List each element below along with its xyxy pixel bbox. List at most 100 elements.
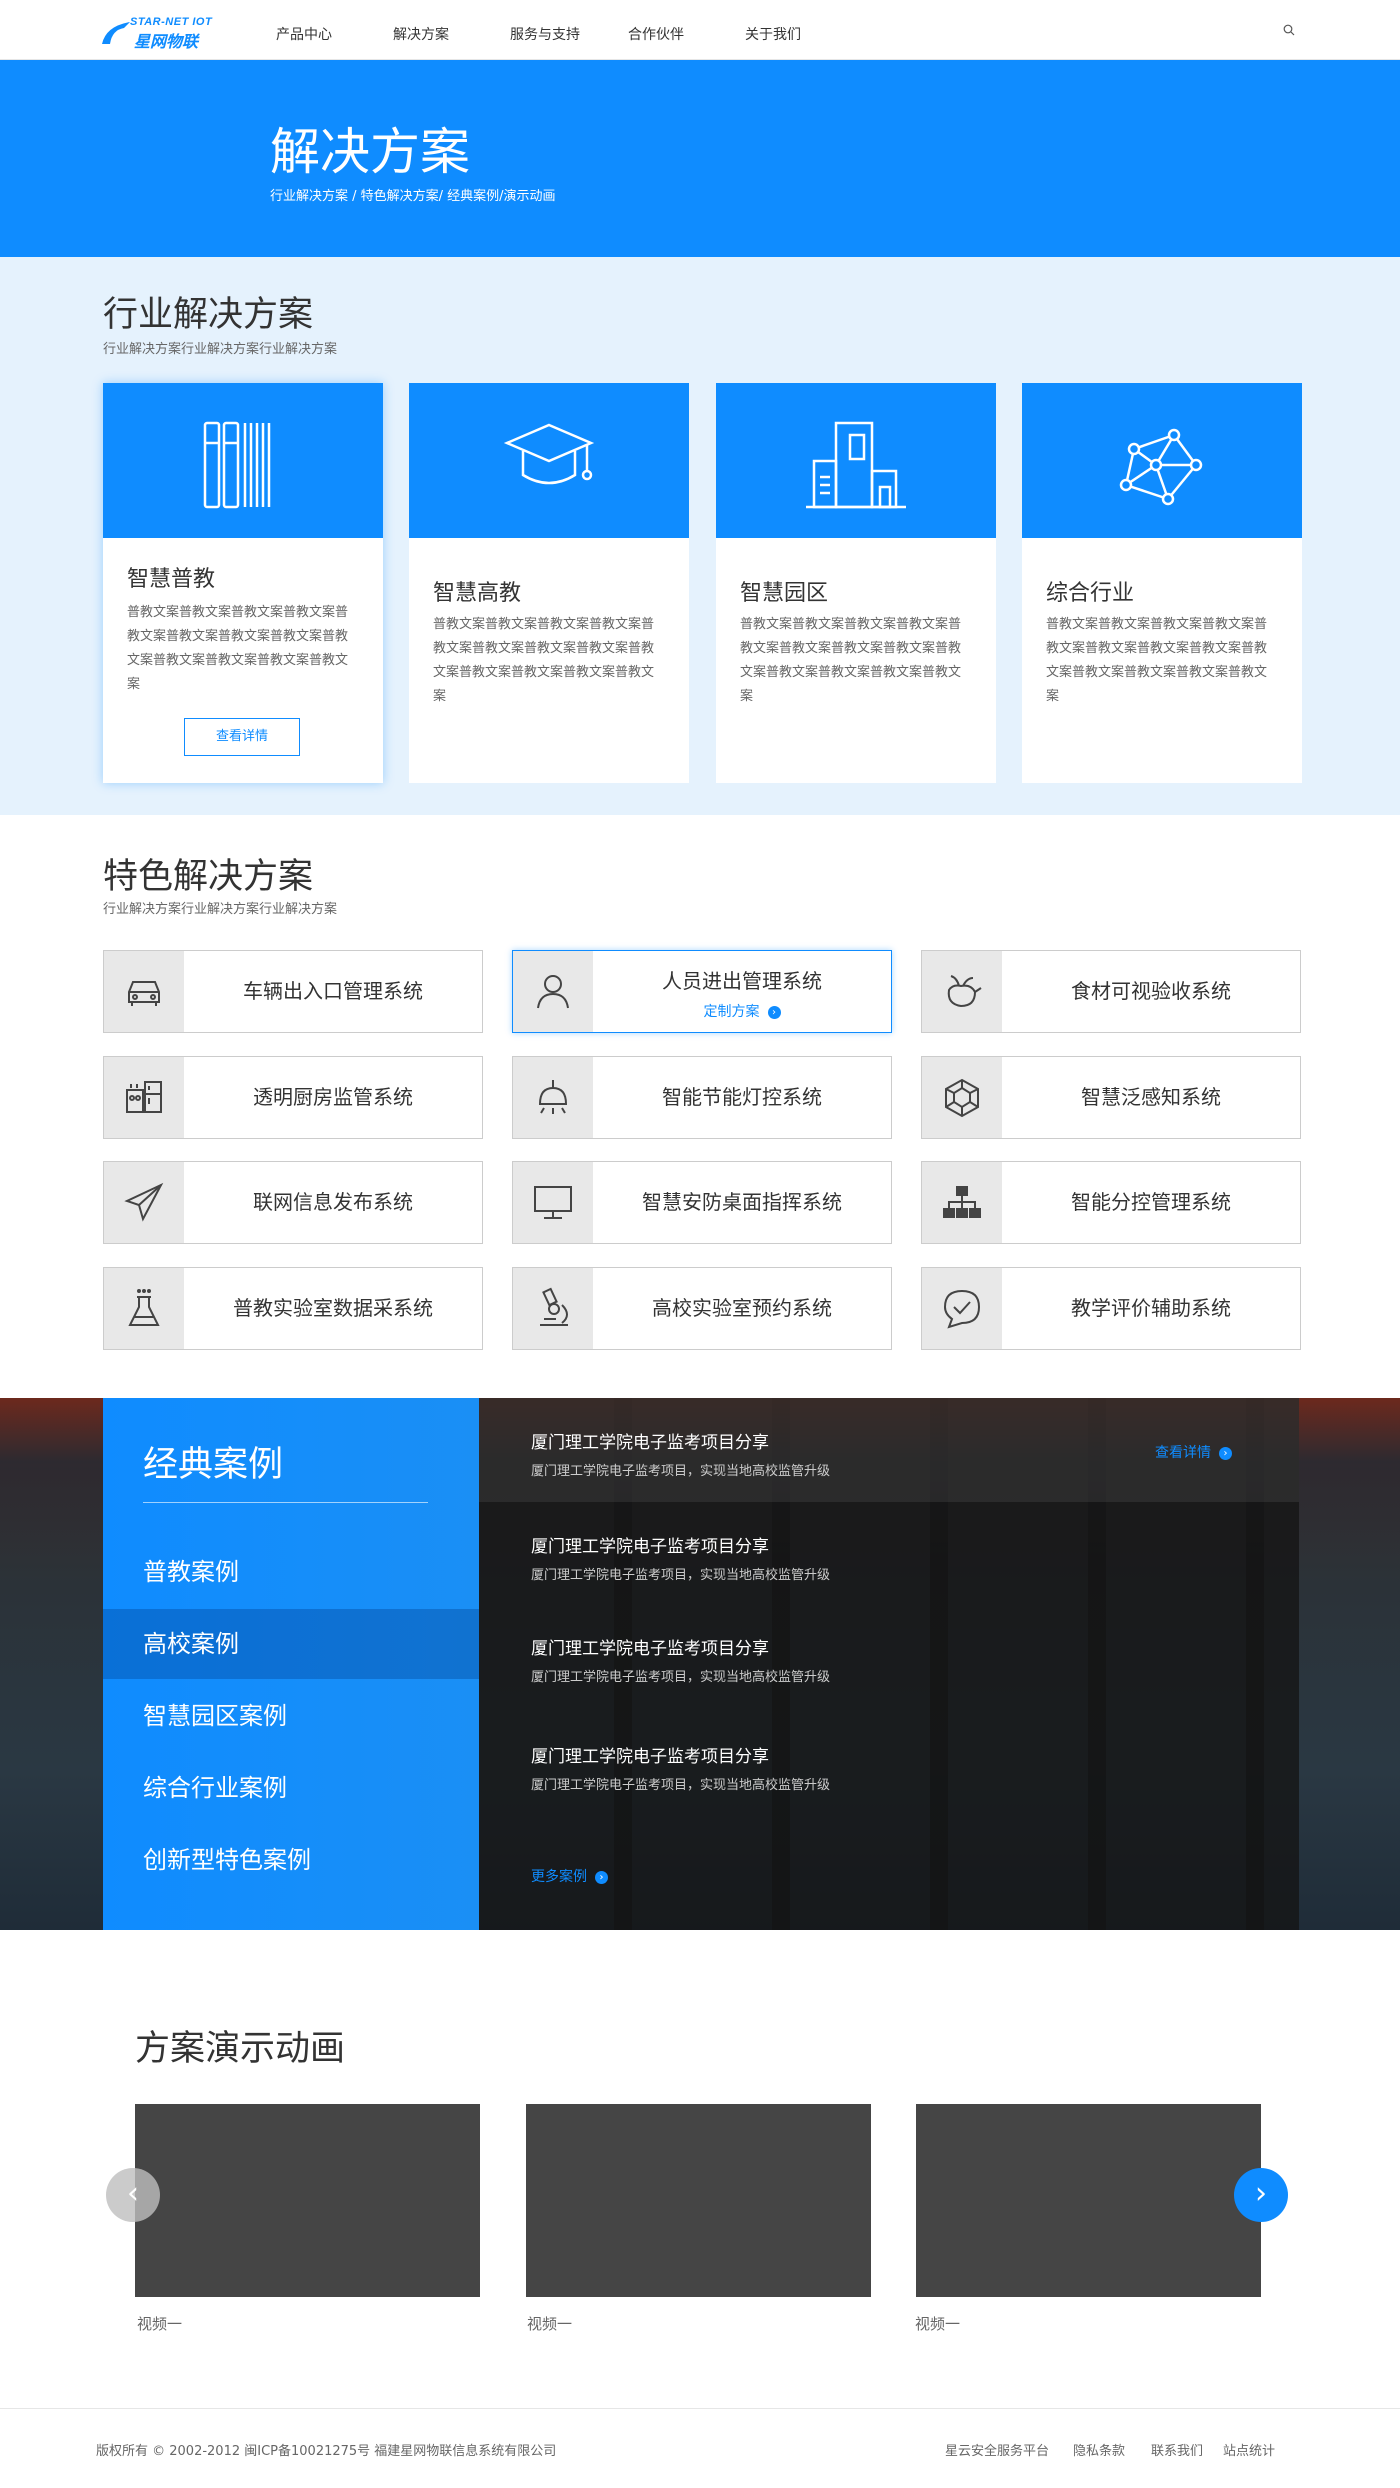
arrow-right-icon: › <box>767 1005 781 1019</box>
nav-products[interactable]: 产品中心 <box>276 24 332 44</box>
vegetable-icon <box>947 975 982 1008</box>
nav-solutions[interactable]: 解决方案 <box>393 24 449 44</box>
nav-about[interactable]: 关于我们 <box>745 24 801 44</box>
feature-item-evaluation[interactable]: 教学评价辅助系统 <box>921 1267 1301 1350</box>
case-summary: 厦门理工学院电子监考项目，实现当地高校监管升级 <box>531 1568 831 1583</box>
footer-link-contact[interactable]: 联系我们 <box>1151 2440 1203 2459</box>
footer-link-platform[interactable]: 星云安全服务平台 <box>945 2440 1049 2459</box>
cube-icon <box>945 1078 979 1118</box>
feature-item-vehicle[interactable]: 车辆出入口管理系统 <box>103 950 483 1033</box>
chat-check-icon <box>943 1289 981 1329</box>
car-icon <box>128 981 160 1006</box>
feature-label: 联网信息发布系统 <box>253 1190 413 1214</box>
video-thumbnail[interactable] <box>135 2104 480 2297</box>
case-title: 厦门理工学院电子监考项目分享 <box>531 1537 769 1557</box>
feature-label: 智慧安防桌面指挥系统 <box>642 1190 842 1214</box>
card-name: 综合行业 <box>1046 581 1135 606</box>
feature-label: 智能节能灯控系统 <box>662 1085 822 1109</box>
case-title: 厦门理工学院电子监考项目分享 <box>531 1639 769 1659</box>
banner-breadcrumb[interactable]: 行业解决方案 / 特色解决方案/ 经典案例/演示动画 <box>270 185 556 204</box>
card-desc: 普教文案普教文案普教文案普教文案普教文案普教文案普教文案普教文案普教文案普教文案… <box>433 617 655 704</box>
video-caption[interactable]: 视频一 <box>527 2313 572 2334</box>
card-banner <box>716 383 996 538</box>
hierarchy-icon <box>943 1186 981 1218</box>
network-icon <box>1119 428 1203 506</box>
card-name: 智慧园区 <box>740 581 829 606</box>
feature-item-kitchen[interactable]: 透明厨房监管系统 <box>103 1056 483 1139</box>
feature-item-publish[interactable]: 联网信息发布系统 <box>103 1161 483 1244</box>
page-banner <box>0 60 1400 257</box>
card-banner <box>409 383 689 538</box>
send-icon <box>124 1182 164 1222</box>
search-icon[interactable] <box>1283 24 1295 36</box>
case-detail-link[interactable]: 查看详情 › <box>1155 1442 1232 1462</box>
cases-tab-gaoxiao[interactable]: 高校案例 <box>103 1609 479 1679</box>
feature-item-sensing[interactable]: 智慧泛感知系统 <box>921 1056 1301 1139</box>
feature-item-food[interactable]: 食材可视验收系统 <box>921 950 1301 1033</box>
feature-item-lab-booking[interactable]: 高校实验室预约系统 <box>512 1267 892 1350</box>
case-item[interactable]: 厦门理工学院电子监考项目分享 厦门理工学院电子监考项目，实现当地高校监管升级 查… <box>479 1398 1299 1502</box>
cases-tab-general[interactable]: 综合行业案例 <box>103 1753 479 1823</box>
cases-title: 经典案例 <box>143 1445 284 1485</box>
industry-title: 行业解决方案 <box>103 295 314 335</box>
industry-card-park[interactable]: 智慧园区 普教文案普教文案普教文案普教文案普教文案普教文案普教文案普教文案普教文… <box>716 383 996 783</box>
feature-label: 高校实验室预约系统 <box>652 1296 832 1320</box>
feature-label: 智慧泛感知系统 <box>1081 1085 1221 1109</box>
case-item[interactable]: 厦门理工学院电子监考项目分享 厦门理工学院电子监考项目，实现当地高校监管升级 <box>479 1712 1299 1816</box>
industry-card-general[interactable]: 综合行业 普教文案普教文案普教文案普教文案普教文案普教文案普教文案普教文案普教文… <box>1022 383 1302 783</box>
feature-item-lab-data[interactable]: 普教实验室数据采系统 <box>103 1267 483 1350</box>
view-details-button[interactable]: 查看详情 <box>184 718 300 756</box>
feature-label: 教学评价辅助系统 <box>1071 1296 1231 1320</box>
feature-label: 透明厨房监管系统 <box>253 1085 413 1109</box>
footer-link-stats[interactable]: 站点统计 <box>1223 2440 1275 2459</box>
flask-icon <box>128 1289 160 1326</box>
cases-tab-park[interactable]: 智慧园区案例 <box>103 1681 479 1751</box>
logo-text-cn: 星网物联 <box>134 32 199 51</box>
monitor-icon <box>534 1186 572 1219</box>
banner-title: 解决方案 <box>270 123 470 181</box>
feature-subtitle: 行业解决方案行业解决方案行业解决方案 <box>103 902 338 917</box>
feature-label: 车辆出入口管理系统 <box>243 979 423 1003</box>
custom-plan-link[interactable]: 定制方案 › <box>593 1001 891 1021</box>
copyright: 版权所有 © 2002-2012 闽ICP备10021275号 福建星网物联信息… <box>96 2444 557 2459</box>
industry-card-gaojiao[interactable]: 智慧高教 普教文案普教文案普教文案普教文案普教文案普教文案普教文案普教文案普教文… <box>409 383 689 783</box>
footer-link-privacy[interactable]: 隐私条款 <box>1073 2440 1125 2459</box>
logo[interactable]: STAR-NET IOT 星网物联 <box>100 14 220 51</box>
nav-partners[interactable]: 合作伙伴 <box>628 24 684 44</box>
carousel-next-button[interactable]: › <box>1234 2168 1288 2222</box>
carousel-prev-button[interactable]: ‹ <box>106 2168 160 2222</box>
feature-item-control[interactable]: 智能分控管理系统 <box>921 1161 1301 1244</box>
case-summary: 厦门理工学院电子监考项目，实现当地高校监管升级 <box>531 1778 831 1793</box>
feature-title: 特色解决方案 <box>103 857 314 897</box>
feature-label: 人员进出管理系统 <box>662 969 822 993</box>
video-caption[interactable]: 视频一 <box>137 2313 182 2334</box>
feature-label: 智能分控管理系统 <box>1071 1190 1231 1214</box>
cases-tab-innovative[interactable]: 创新型特色案例 <box>103 1825 479 1895</box>
footer-divider <box>0 2408 1400 2409</box>
video-caption[interactable]: 视频一 <box>915 2313 960 2334</box>
case-summary: 厦门理工学院电子监考项目，实现当地高校监管升级 <box>531 1670 831 1685</box>
demo-title: 方案演示动画 <box>135 2029 346 2069</box>
microscope-icon <box>540 1287 568 1326</box>
more-cases-link[interactable]: 更多案例 › <box>531 1866 608 1886</box>
card-desc: 普教文案普教文案普教文案普教文案普教文案普教文案普教文案普教文案普教文案普教文案… <box>1046 617 1268 704</box>
logo-text-en: STAR-NET IOT <box>130 16 213 28</box>
video-thumbnail[interactable] <box>916 2104 1261 2297</box>
industry-card-puji[interactable]: 智慧普教 普教文案普教文案普教文案普教文案普教文案普教文案普教文案普教文案普教文… <box>103 383 383 783</box>
divider <box>143 1502 428 1503</box>
books-icon <box>203 421 271 509</box>
case-item[interactable]: 厦门理工学院电子监考项目分享 厦门理工学院电子监考项目，实现当地高校监管升级 <box>479 1502 1299 1606</box>
nav-service[interactable]: 服务与支持 <box>510 24 580 44</box>
video-thumbnail[interactable] <box>526 2104 871 2297</box>
cases-tab-puji[interactable]: 普教案例 <box>103 1537 479 1607</box>
feature-item-lighting[interactable]: 智能节能灯控系统 <box>512 1056 892 1139</box>
card-desc: 普教文案普教文案普教文案普教文案普教文案普教文案普教文案普教文案普教文案普教文案… <box>127 605 349 692</box>
feature-item-security-desk[interactable]: 智慧安防桌面指挥系统 <box>512 1161 892 1244</box>
industry-subtitle: 行业解决方案行业解决方案行业解决方案 <box>103 342 338 357</box>
feature-item-personnel[interactable]: 人员进出管理系统 定制方案 › <box>512 950 892 1033</box>
case-item[interactable]: 厦门理工学院电子监考项目分享 厦门理工学院电子监考项目，实现当地高校监管升级 <box>479 1604 1299 1708</box>
card-banner <box>103 383 383 538</box>
person-icon <box>537 975 569 1009</box>
arrow-right-icon: › <box>595 1870 608 1884</box>
buildings-icon <box>806 421 906 509</box>
